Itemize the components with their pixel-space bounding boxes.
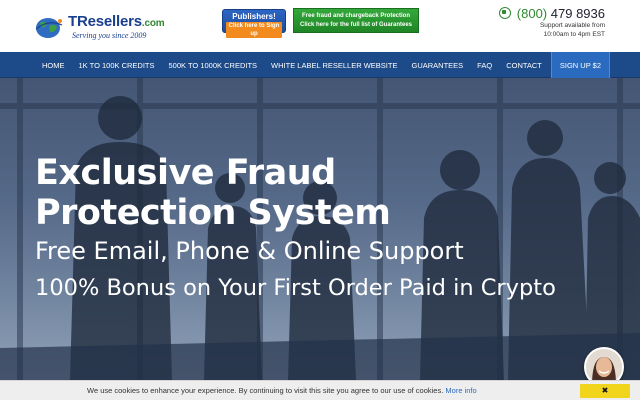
nav-item-guarantees[interactable]: GUARANTEES [404, 52, 470, 78]
cookie-more-info-link[interactable]: More info [445, 386, 476, 395]
publishers-signup-button[interactable]: Publishers! Click here to Sign up [222, 9, 286, 38]
logo-tld: .com [141, 18, 165, 29]
nav-item-home[interactable]: HOME [35, 52, 72, 78]
publishers-button-subtitle: Click here to Sign up [226, 22, 282, 38]
nav-item-signup[interactable]: SIGN UP $2 [550, 52, 611, 78]
phone-digits: 479 8936 [550, 6, 605, 21]
hero-banner: Exclusive Fraud Protection System Free E… [0, 78, 640, 380]
nav-item-contact[interactable]: CONTACT [499, 52, 549, 78]
nav-item-faq[interactable]: FAQ [470, 52, 499, 78]
nav-item-1k-to-100k-credits[interactable]: 1K TO 100K CREDITS [72, 52, 162, 78]
phone-area-code: (800) [516, 6, 548, 21]
cookie-close-button[interactable]: ✖ [580, 384, 630, 398]
cookie-consent-bar: We use cookies to enhance your experienc… [0, 380, 640, 400]
phone-number[interactable]: (800) 479 8936 [499, 6, 605, 21]
hero-subtitle-bonus: 100% Bonus on Your First Order Paid in C… [35, 275, 556, 301]
hero-title-line2: Protection System [35, 193, 391, 233]
phone-icon [499, 7, 512, 19]
logo-tagline: Serving you since 2009 [72, 31, 147, 40]
nav-item-500k-to-1000k-credits[interactable]: 500K TO 1000K CREDITS [162, 52, 265, 78]
support-hours: Support available from 10:00am to 4pm ES… [525, 22, 605, 39]
hero-text: Exclusive Fraud Protection System Free E… [35, 153, 625, 303]
hero-title: Exclusive Fraud Protection System [35, 153, 625, 233]
logo-name-text: TResellers [68, 13, 142, 30]
support-hours-line2: 10:00am to 4pm EST [543, 30, 605, 38]
logo-wordmark: TResellers.com [68, 13, 165, 30]
site-header: TResellers.com Serving you since 2009 Pu… [0, 0, 640, 52]
globe-icon [35, 18, 63, 38]
main-nav: HOME 1K TO 100K CREDITS 500K TO 1000K CR… [0, 52, 640, 78]
cookie-message: We use cookies to enhance your experienc… [87, 386, 477, 395]
nav-list: HOME 1K TO 100K CREDITS 500K TO 1000K CR… [35, 52, 611, 78]
fraud-protection-banner[interactable]: Free fraud and chargeback Protection Cli… [293, 8, 419, 33]
nav-item-white-label-reseller[interactable]: WHITE LABEL RESELLER WEBSITE [264, 52, 404, 78]
fraud-banner-line1: Free fraud and chargeback Protection [301, 13, 411, 19]
hero-title-line1: Exclusive Fraud [35, 153, 336, 193]
support-hours-line1: Support available from [539, 22, 605, 29]
publishers-button-title: Publishers! [232, 12, 276, 21]
site-logo[interactable]: TResellers.com Serving you since 2009 [34, 13, 174, 41]
fraud-banner-line2: Click here for the full list of Guarante… [299, 22, 413, 28]
cookie-message-text: We use cookies to enhance your experienc… [87, 386, 444, 395]
hero-subtitle-support: Free Email, Phone & Online Support [35, 237, 464, 265]
